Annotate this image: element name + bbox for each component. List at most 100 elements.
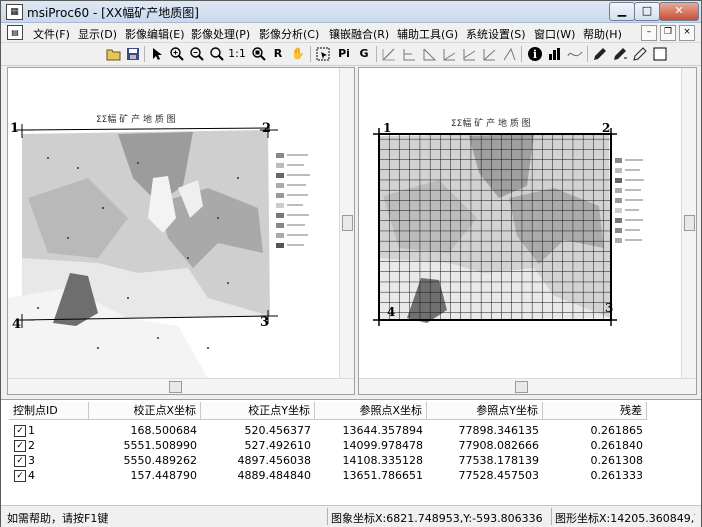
toolbar-separator (587, 46, 588, 62)
point-id: 1 (28, 424, 35, 437)
corrected-x-cell: 5551.508990 (123, 439, 197, 452)
left-map-title: ΣΣ幅 矿 产 地 质 图 (96, 113, 176, 125)
right-vertical-scroll-thumb[interactable] (684, 215, 695, 231)
status-divider (327, 508, 328, 525)
residual-cell: 0.261333 (590, 469, 644, 482)
window-title: msiProc60 - [XX幅矿产地质图] (27, 6, 199, 20)
menu-image-analysis[interactable]: 影像分析(C) (259, 26, 319, 42)
curve-icon[interactable] (567, 46, 583, 62)
zoom-in-icon[interactable] (169, 46, 185, 62)
refresh-icon[interactable]: R (269, 46, 287, 62)
table-row[interactable]: ✓ 4 157.448790 4889.484840 13651.786651 … (1, 468, 701, 483)
pi-icon[interactable]: Pi (335, 46, 353, 62)
corrected-y-cell: 527.492610 (244, 439, 311, 452)
left-vertical-scrollbar[interactable] (339, 68, 354, 379)
right-horizontal-scroll-thumb[interactable] (515, 381, 528, 393)
left-horizontal-scroll-thumb[interactable] (169, 381, 182, 393)
g-icon[interactable]: G (356, 46, 372, 62)
reference-point-label-2: 2 (602, 121, 610, 135)
bar-chart-icon[interactable] (547, 46, 563, 62)
left-horizontal-scrollbar[interactable] (8, 378, 354, 394)
column-header-reference-x[interactable]: 参照点X坐标 (315, 402, 427, 420)
mdi-restore-button[interactable]: ❐ (660, 25, 676, 41)
table-row[interactable]: ✓ 3 5550.489262 4897.456038 14108.335128… (1, 453, 701, 468)
control-point-label-2: 2 (262, 121, 271, 136)
row-checkbox[interactable]: ✓ (14, 440, 26, 452)
toolbar: 1:1 R ✋ Pi G i (1, 43, 701, 66)
status-help-text: 如需帮助，请按F1键 (7, 512, 109, 525)
left-vertical-scroll-thumb[interactable] (342, 215, 353, 231)
menu-system-settings[interactable]: 系统设置(S) (466, 26, 526, 42)
pen-icon[interactable] (612, 46, 628, 62)
menu-help[interactable]: 帮助(H) (583, 26, 622, 42)
menu-file[interactable]: 文件(F) (33, 26, 70, 42)
corrected-y-cell: 4897.456038 (237, 454, 311, 467)
menu-image-process[interactable]: 影像处理(P) (191, 26, 250, 42)
column-header-reference-y[interactable]: 参照点Y坐标 (427, 402, 543, 420)
row-checkbox[interactable]: ✓ (14, 470, 26, 482)
select-area-icon[interactable] (315, 46, 331, 62)
left-image-pane[interactable]: ΣΣ幅 矿 产 地 质 图 1 2 3 4 (7, 67, 355, 395)
toolbar-separator (310, 46, 311, 62)
actual-size-icon[interactable]: 1:1 (227, 46, 247, 62)
residual-cell: 0.261840 (590, 439, 644, 452)
column-header-corrected-x[interactable]: 校正点X坐标 (89, 402, 201, 420)
minimize-button[interactable]: ▁ (609, 2, 635, 21)
status-bar: 如需帮助，请按F1键 图象坐标X:6821.748953,Y:-593.8063… (1, 505, 701, 527)
reference-point-label-1: 1 (383, 121, 391, 135)
maximize-button[interactable]: □ (634, 2, 660, 21)
pan-hand-icon[interactable]: ✋ (290, 46, 306, 62)
control-point-table: 控制点ID 校正点X坐标 校正点Y坐标 参照点X坐标 参照点Y坐标 残差 ✓ 1… (1, 399, 701, 506)
reference-x-cell: 14099.978478 (342, 439, 423, 452)
control-point-label-4: 4 (12, 317, 21, 332)
column-header-residual[interactable]: 残差 (543, 402, 647, 420)
table-row[interactable]: ✓ 1 168.500684 520.456377 13644.357894 7… (1, 423, 701, 438)
menu-mosaic-fusion[interactable]: 镶嵌融合(R) (329, 26, 389, 42)
right-vertical-scrollbar[interactable] (681, 68, 696, 379)
right-horizontal-scrollbar[interactable] (359, 378, 696, 394)
mdi-doc-icon[interactable]: ▤ (7, 25, 23, 40)
line-tool-icon[interactable] (501, 46, 517, 62)
menu-aux-tools[interactable]: 辅助工具(G) (397, 26, 458, 42)
line-tool-icon[interactable] (401, 46, 417, 62)
open-icon[interactable] (106, 46, 122, 62)
status-divider (551, 508, 552, 525)
close-button[interactable]: ✕ (659, 2, 699, 21)
menu-bar: ▤ 文件(F) 显示(D) 影像编辑(E) 影像处理(P) 影像分析(C) 镶嵌… (1, 23, 701, 43)
menu-window[interactable]: 窗口(W) (534, 26, 575, 42)
zoom-icon[interactable] (209, 46, 225, 62)
save-icon[interactable] (125, 46, 141, 62)
right-map-title: ΣΣ幅 矿 产 地 质 图 (451, 117, 531, 129)
point-id: 4 (28, 469, 35, 482)
corrected-x-cell: 5550.489262 (123, 454, 197, 467)
line-tool-icon[interactable] (381, 46, 397, 62)
menu-image-edit[interactable]: 影像编辑(E) (125, 26, 185, 42)
left-geologic-map[interactable]: ΣΣ幅 矿 产 地 质 图 1 2 3 4 (8, 68, 340, 380)
reference-x-cell: 13651.786651 (342, 469, 423, 482)
row-checkbox[interactable]: ✓ (14, 425, 26, 437)
line-tool-icon[interactable] (461, 46, 477, 62)
menu-display[interactable]: 显示(D) (78, 26, 117, 42)
column-header-corrected-y[interactable]: 校正点Y坐标 (201, 402, 315, 420)
rectangle-icon[interactable] (652, 46, 668, 62)
right-reference-map[interactable]: ΣΣ幅 矿 产 地 质 图 1 2 3 4 (359, 68, 682, 380)
reference-point-label-4: 4 (387, 305, 395, 319)
zoom-out-icon[interactable] (189, 46, 205, 62)
pen-icon[interactable] (632, 46, 648, 62)
mdi-minimize-button[interactable]: – (641, 25, 657, 41)
zoom-fit-icon[interactable] (251, 46, 267, 62)
pointer-icon[interactable] (149, 46, 165, 62)
line-tool-icon[interactable] (481, 46, 497, 62)
pen-icon[interactable] (592, 46, 608, 62)
row-checkbox[interactable]: ✓ (14, 455, 26, 467)
toolbar-separator (521, 46, 522, 62)
mdi-close-button[interactable]: × (679, 25, 695, 41)
info-icon[interactable]: i (527, 46, 543, 62)
line-tool-icon[interactable] (421, 46, 437, 62)
right-image-pane[interactable]: ΣΣ幅 矿 产 地 质 图 1 2 3 4 (358, 67, 697, 395)
table-row[interactable]: ✓ 2 5551.508990 527.492610 14099.978478 … (1, 438, 701, 453)
title-bar[interactable]: ▦ msiProc60 - [XX幅矿产地质图] ▁ □ ✕ (1, 1, 701, 23)
app-window: ▦ msiProc60 - [XX幅矿产地质图] ▁ □ ✕ ▤ 文件(F) 显… (0, 0, 702, 527)
column-header-id[interactable]: 控制点ID (9, 402, 89, 420)
line-tool-icon[interactable] (441, 46, 457, 62)
